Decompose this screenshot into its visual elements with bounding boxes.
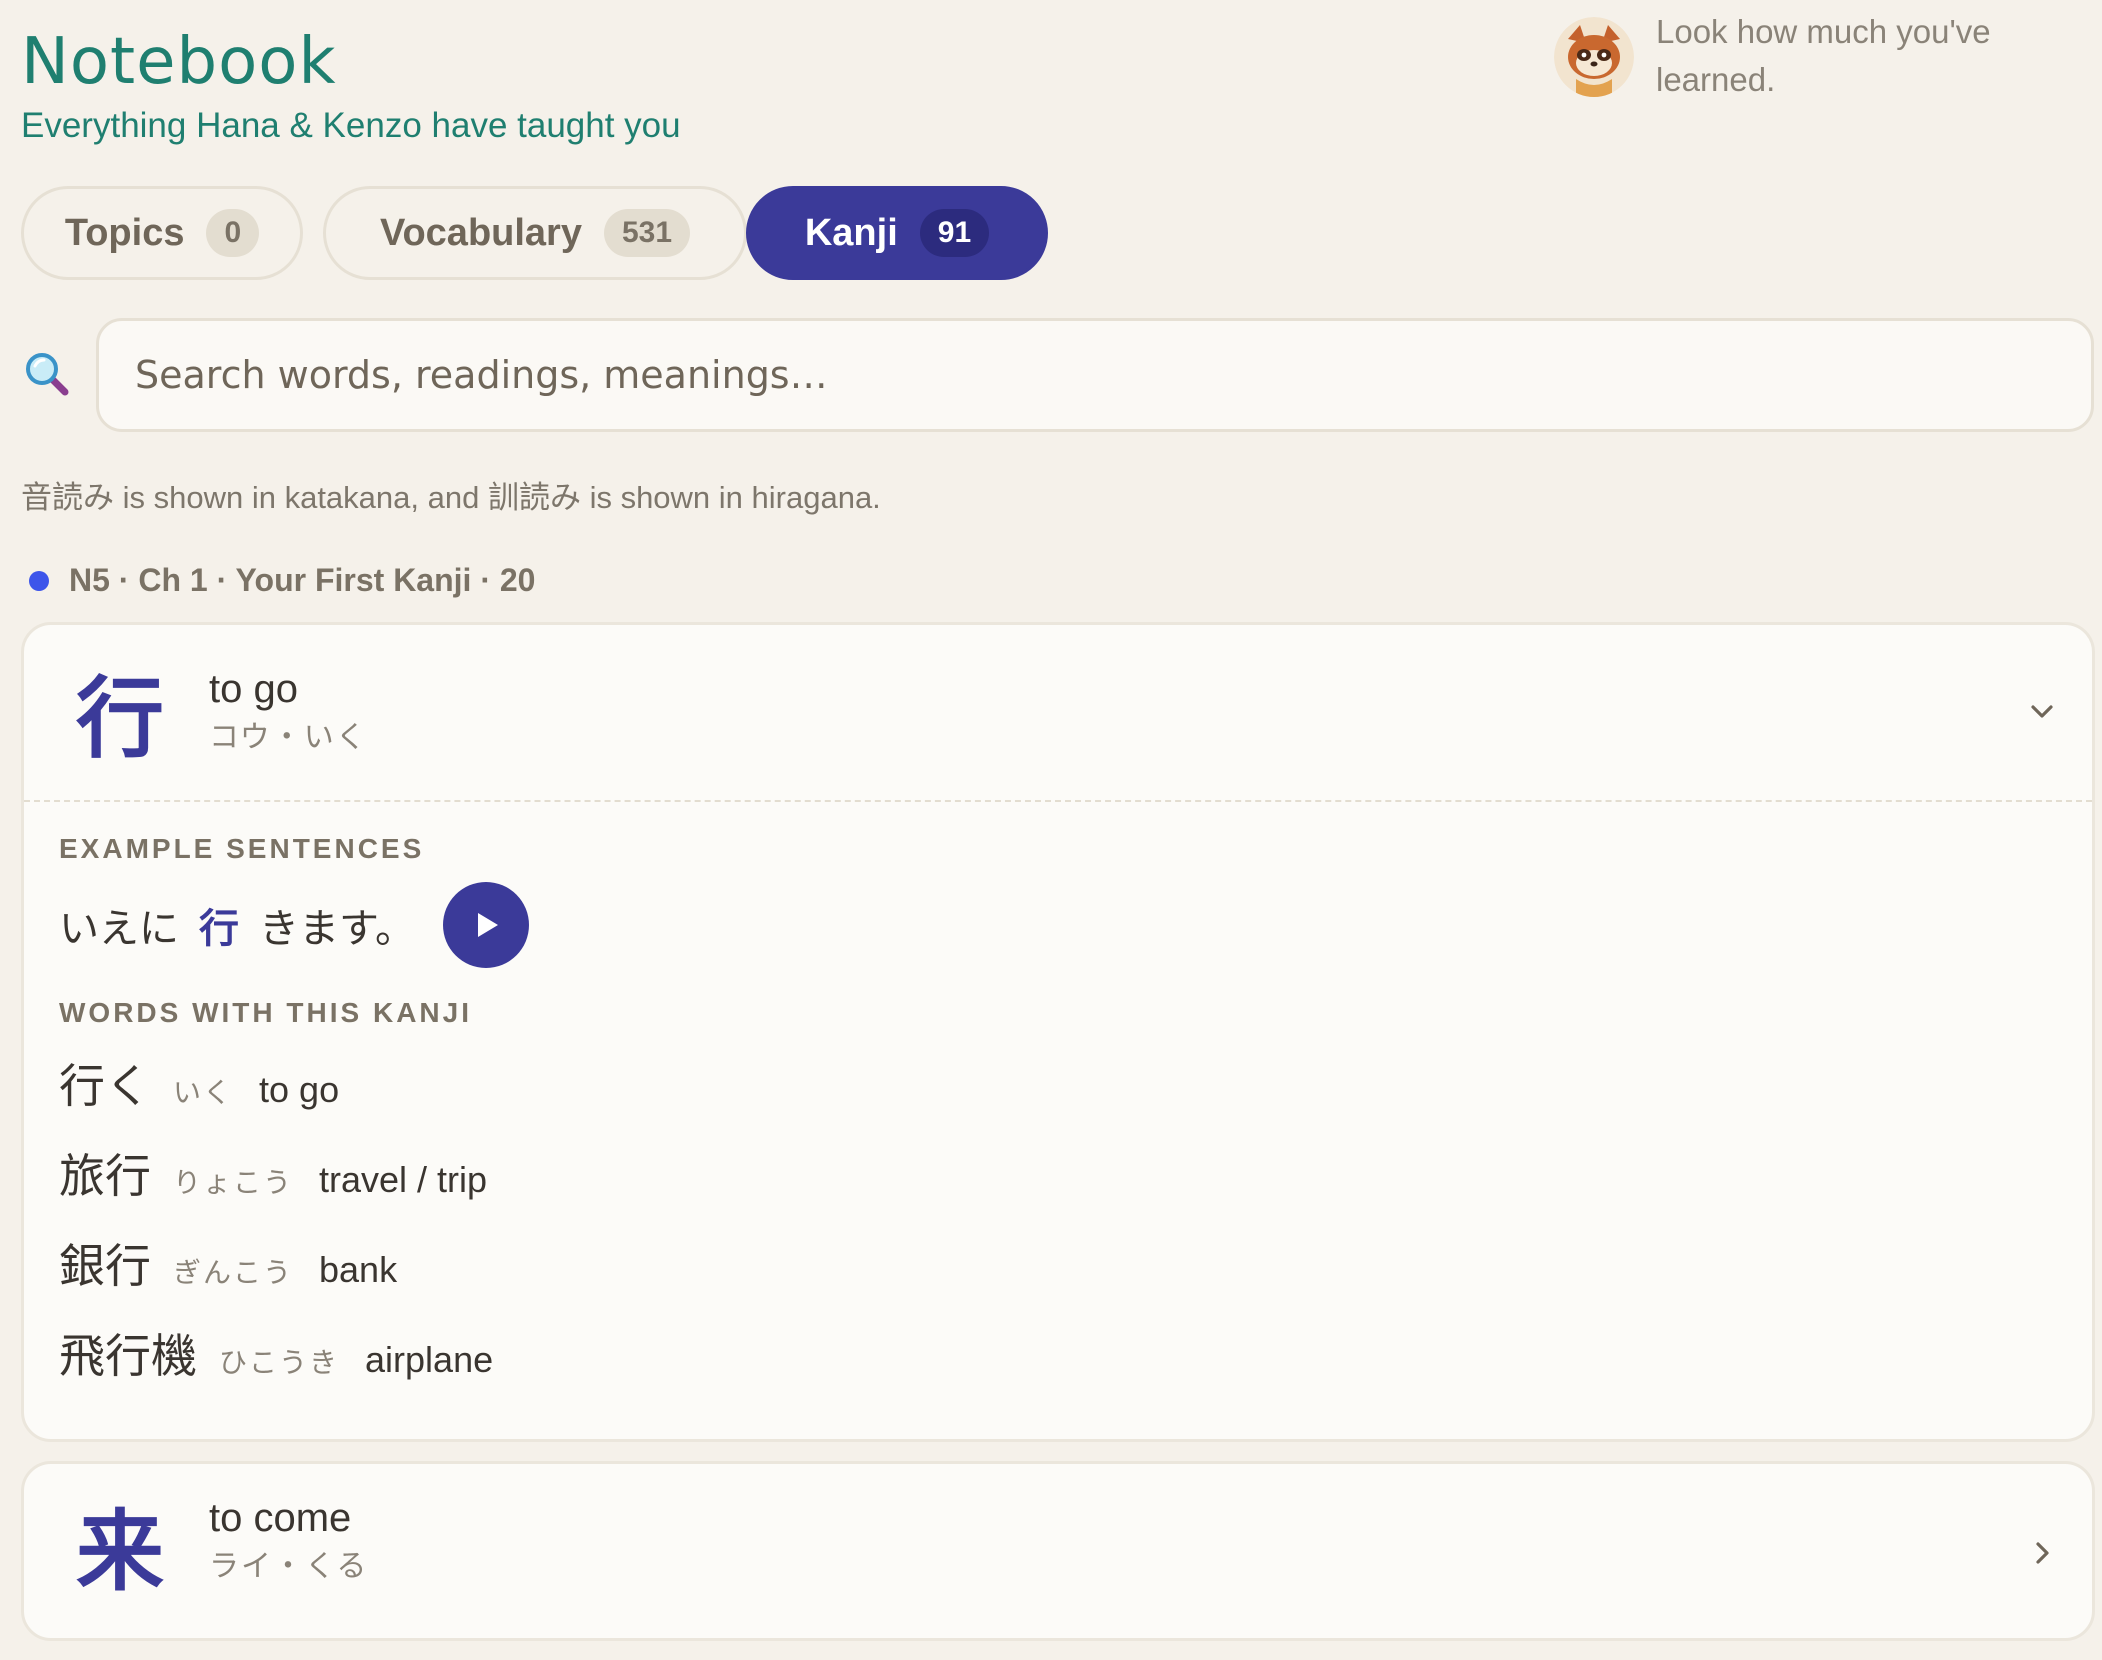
example-kanji-highlight: 行: [199, 906, 239, 952]
kanji-card-header[interactable]: 来 to come ライ・くる: [24, 1464, 2092, 1639]
word-row: 飛行機 ひこうき airplane: [59, 1320, 493, 1390]
tab-label: Kanji: [804, 211, 898, 254]
play-icon: [478, 913, 498, 937]
kanji-character: 行: [76, 667, 165, 770]
chapter-title: N5 · Ch 1 · Your First Kanji · 20: [69, 562, 536, 598]
example-text-after: きます。: [259, 906, 415, 952]
word-kanji: 銀行: [59, 1239, 151, 1293]
word-row: 行く いく to go: [59, 1050, 339, 1120]
word-row: 旅行 りょこう travel / trip: [59, 1140, 487, 1210]
example-sentence: いえに 行 きます。: [59, 880, 529, 970]
word-reading: りょこう: [173, 1166, 294, 1199]
word-kanji: 行く: [59, 1059, 151, 1113]
word-kanji: 飛行機: [59, 1329, 197, 1383]
chevron-right-icon[interactable]: [2022, 1533, 2062, 1573]
kanji-card[interactable]: 来 to come ライ・くる: [21, 1461, 2095, 1641]
kanji-card: 行 to go コウ・いく EXAMPLE SENTENCES いえに 行 きま…: [21, 622, 2095, 1442]
tab-kanji[interactable]: Kanji 91: [746, 186, 1048, 280]
chapter-header: N5 · Ch 1 · Your First Kanji · 20: [29, 562, 535, 599]
card-divider: [24, 800, 2092, 802]
word-reading: ぎんこう: [173, 1256, 294, 1289]
words-with-kanji-label: WORDS WITH THIS KANJI: [59, 997, 472, 1028]
page-title: Notebook: [21, 25, 337, 99]
reading-note: 音読み is shown in katakana, and 訓読み is sho…: [21, 480, 881, 515]
tab-topics[interactable]: Topics 0: [21, 186, 303, 280]
search-field: [96, 318, 2094, 432]
chevron-down-icon[interactable]: [2022, 691, 2062, 731]
chapter-dot: [29, 570, 49, 591]
tab-count-badge: 91: [919, 209, 990, 257]
tab-label: Topics: [64, 211, 185, 254]
kanji-meaning: to go: [209, 667, 298, 711]
word-reading: いく: [173, 1076, 234, 1109]
kanji-readings: コウ・いく: [209, 720, 368, 755]
search-icon: [25, 352, 69, 396]
word-reading: ひこうき: [219, 1346, 340, 1379]
word-meaning: airplane: [365, 1339, 494, 1380]
tab-count-badge: 531: [603, 209, 691, 257]
kanji-card-header[interactable]: 行 to go コウ・いく: [24, 625, 2092, 800]
word-meaning: travel / trip: [319, 1159, 488, 1200]
word-kanji: 旅行: [59, 1149, 151, 1203]
example-sentences-label: EXAMPLE SENTENCES: [59, 833, 425, 864]
mascot-message: Look how much you've learned.: [1656, 13, 1991, 98]
mascot-avatar: [1554, 17, 1634, 97]
word-meaning: bank: [319, 1249, 398, 1290]
play-audio-button[interactable]: [443, 882, 529, 968]
example-text-before: いえに: [59, 906, 179, 952]
kanji-meaning: to come: [209, 1496, 352, 1540]
kanji-readings: ライ・くる: [209, 1549, 369, 1584]
word-meaning: to go: [259, 1069, 340, 1110]
tab-vocabulary[interactable]: Vocabulary 531: [323, 186, 747, 280]
search-input[interactable]: [99, 321, 2091, 429]
kanji-character: 来: [76, 1500, 165, 1603]
tab-count-badge: 0: [206, 209, 260, 257]
word-row: 銀行 ぎんこう bank: [59, 1230, 397, 1300]
page-subtitle: Everything Hana & Kenzo have taught you: [21, 106, 681, 145]
tab-label: Vocabulary: [379, 211, 582, 254]
